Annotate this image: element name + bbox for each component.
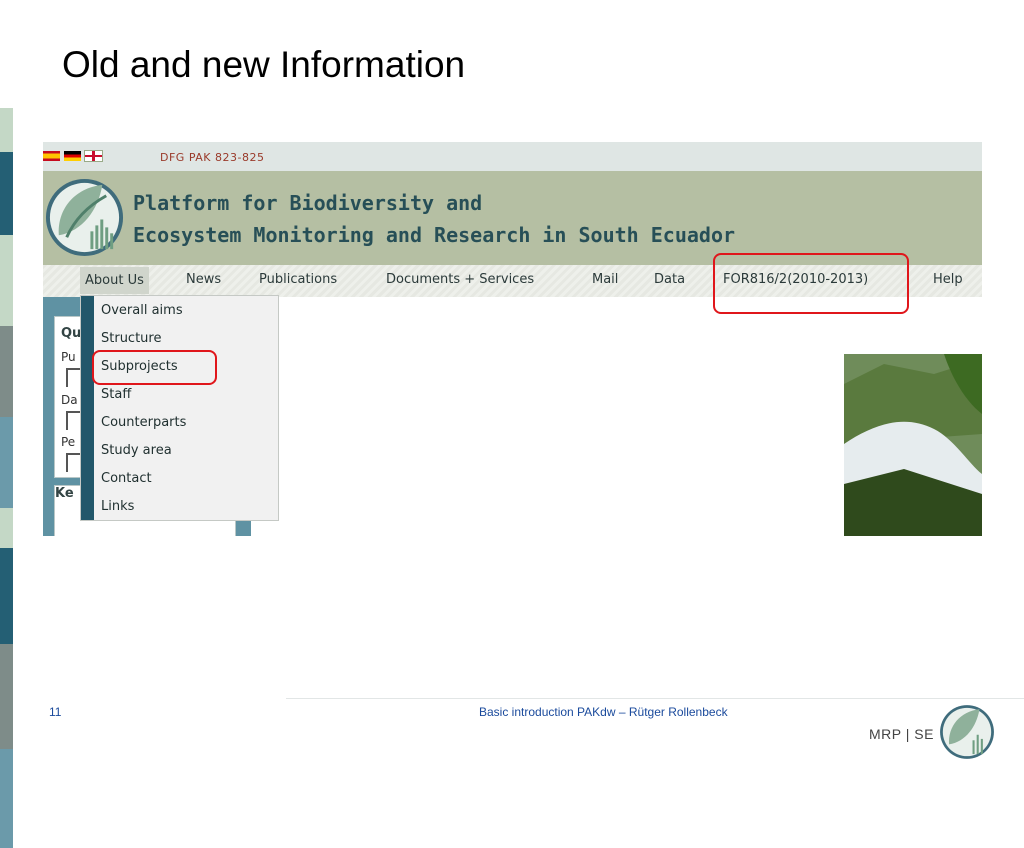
- platform-title-line2: Ecosystem Monitoring and Research in Sou…: [133, 223, 736, 247]
- nav-documents-services[interactable]: Documents + Services: [386, 272, 534, 287]
- footer-divider: [286, 698, 1024, 699]
- dropdown-item-counterparts[interactable]: Counterparts: [101, 415, 186, 430]
- accent-segment: [0, 152, 13, 235]
- platform-logo-icon[interactable]: [43, 176, 126, 259]
- accent-segment: [0, 108, 13, 152]
- highlight-subprojects: [92, 350, 217, 385]
- page-number: 11: [49, 705, 62, 719]
- org-label: MRP | SE: [869, 726, 934, 742]
- platform-title: Platform for Biodiversity and Ecosystem …: [133, 187, 735, 251]
- left-accent-bar: [0, 108, 13, 848]
- landscape-photo: [844, 354, 982, 536]
- field-label: Pu: [61, 350, 76, 364]
- org-logo-icon: [940, 705, 994, 759]
- about-us-dropdown: Overall aims Structure Subprojects Staff…: [80, 295, 279, 521]
- nav-help[interactable]: Help: [933, 272, 963, 287]
- checkbox[interactable]: [66, 453, 81, 472]
- field-label: Pe: [61, 435, 76, 449]
- box-title: Qu: [61, 326, 82, 341]
- accent-segment: [0, 644, 13, 749]
- top-strip: DFG PAK 823-825: [43, 142, 982, 171]
- dropdown-item-links[interactable]: Links: [101, 499, 134, 514]
- flag-germany-icon[interactable]: [64, 151, 81, 161]
- dropdown-item-study-area[interactable]: Study area: [101, 443, 172, 458]
- highlight-for816: [713, 253, 909, 314]
- header-banner: Platform for Biodiversity and Ecosystem …: [43, 171, 982, 265]
- dropdown-item-staff[interactable]: Staff: [101, 387, 131, 402]
- footer-caption: Basic introduction PAKdw – Rütger Rollen…: [479, 705, 728, 719]
- website-screenshot: DFG PAK 823-825 Platform for Biodiversit…: [43, 142, 982, 536]
- dropdown-item-contact[interactable]: Contact: [101, 471, 152, 486]
- nav-news[interactable]: News: [186, 272, 221, 287]
- accent-segment: [0, 548, 13, 644]
- accent-segment: [0, 326, 13, 417]
- accent-segment: [0, 749, 13, 848]
- nav-publications[interactable]: Publications: [259, 272, 337, 287]
- nav-data[interactable]: Data: [654, 272, 685, 287]
- dropdown-item-overall-aims[interactable]: Overall aims: [101, 303, 183, 318]
- checkbox[interactable]: [66, 411, 81, 430]
- flag-uk-icon[interactable]: [84, 150, 103, 162]
- field-label: Da: [61, 393, 78, 407]
- dropdown-stripe: [81, 296, 94, 520]
- checkbox[interactable]: [66, 368, 81, 387]
- flag-spain-icon[interactable]: [43, 151, 60, 161]
- dropdown-item-structure[interactable]: Structure: [101, 331, 161, 346]
- accent-segment: [0, 508, 13, 548]
- nav-mail[interactable]: Mail: [592, 272, 618, 287]
- nav-about-us[interactable]: About Us: [80, 267, 149, 294]
- platform-title-line1: Platform for Biodiversity and: [133, 191, 483, 215]
- slide-title: Old and new Information: [62, 44, 466, 85]
- accent-segment: [0, 235, 13, 326]
- dfg-label: DFG PAK 823-825: [160, 151, 265, 164]
- accent-segment: [0, 417, 13, 508]
